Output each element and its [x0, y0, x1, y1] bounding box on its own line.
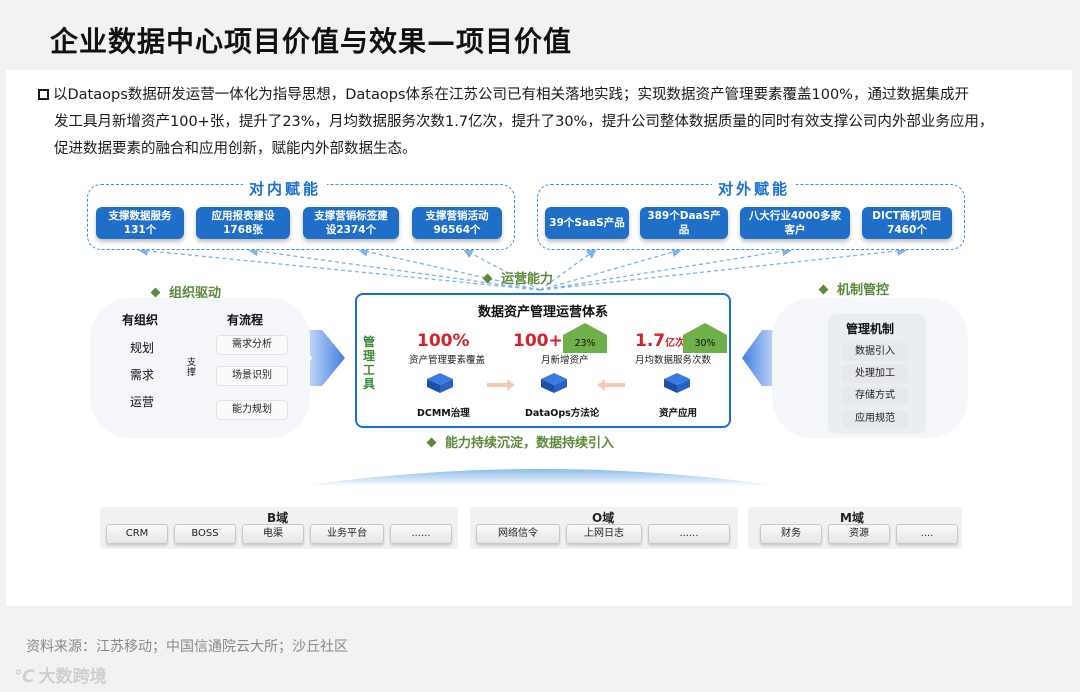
label-sustain: 能力持续沉淀，数据持续引入 [426, 432, 614, 451]
domain-b-item-4: 业务平台 [310, 524, 384, 544]
internal-card-campaign: 支撑营销活动 96564个 [412, 207, 502, 239]
left-col1-item-1: 规划 [130, 341, 155, 355]
left-col1-item-2: 需求 [130, 368, 155, 382]
domain-b-item-3: 电渠 [242, 524, 304, 544]
external-card-saas: 39个SaaS产品 [545, 207, 629, 239]
domain-b-item-5: ...... [390, 524, 452, 544]
internal-card-data-service: 支撑数据服务 131个 [96, 207, 184, 239]
external-card-daas: 389个DaaS产品 [640, 207, 728, 239]
brand-logo-icon: ℃ [14, 667, 35, 687]
domain-m-item-1: 财务 [760, 524, 822, 544]
domain-b-item-2: BOSS [174, 524, 236, 544]
internal-card-tags: 支撑营销标签建 设2374个 [303, 207, 399, 239]
left-col2-head: 有流程 [227, 313, 264, 327]
internal-empowerment-heading: 对内赋能 [243, 178, 328, 199]
domain-o-item-2: 上网日志 [566, 524, 642, 544]
right-item-3: 存储方式 [842, 387, 908, 405]
left-col2-item-2: 场景识别 [216, 366, 288, 386]
label-mech-control: 机制管控 [818, 279, 889, 298]
module-3-label: 资产应用 [659, 408, 698, 419]
domain-m-item-3: .... [896, 524, 958, 544]
diamond-icon [482, 273, 493, 284]
brand-watermark: ℃ 大数跨境 [14, 667, 107, 687]
asset-ops-system-box: 数据资产管理运营体系 管理工具 100% 资产管理要素覆盖 100+张 23% … [355, 293, 731, 428]
domain-b-item-1: CRM [106, 524, 168, 544]
diamond-icon [150, 287, 161, 298]
module-2-label: DataOps方法论 [525, 408, 600, 419]
external-empowerment-heading: 对外赋能 [712, 178, 797, 199]
left-col1-item-3: 运营 [130, 395, 155, 409]
domain-o-item-1: 网络信令 [476, 524, 560, 544]
left-col1-head: 有组织 [122, 313, 159, 327]
right-item-1: 数据引入 [842, 343, 908, 361]
source-note: 资料来源：江苏移动；中国信通院云大所；沙丘社区 [26, 639, 348, 655]
domain-m-item-2: 资源 [828, 524, 890, 544]
label-ops-ability: 运营能力 [482, 268, 553, 287]
support-label: 支撑 [187, 358, 197, 378]
right-item-2: 处理加工 [842, 365, 908, 383]
left-col2-item-1: 需求分析 [216, 335, 288, 355]
internal-card-report: 应用报表建设 1768张 [196, 207, 290, 239]
module-1-label: DCMM治理 [417, 408, 470, 419]
domain-o-item-3: ...... [648, 524, 730, 544]
diamond-icon [818, 284, 829, 295]
external-card-dict: DICT商机项目 7460个 [862, 207, 952, 239]
right-item-4: 应用规范 [842, 410, 908, 428]
diamond-icon [426, 437, 437, 448]
left-col2-item-3: 能力规划 [216, 400, 288, 420]
external-card-industries: 八大行业4000多家 客户 [740, 207, 850, 239]
bottom-glow [300, 469, 780, 486]
right-head: 管理机制 [846, 322, 895, 336]
